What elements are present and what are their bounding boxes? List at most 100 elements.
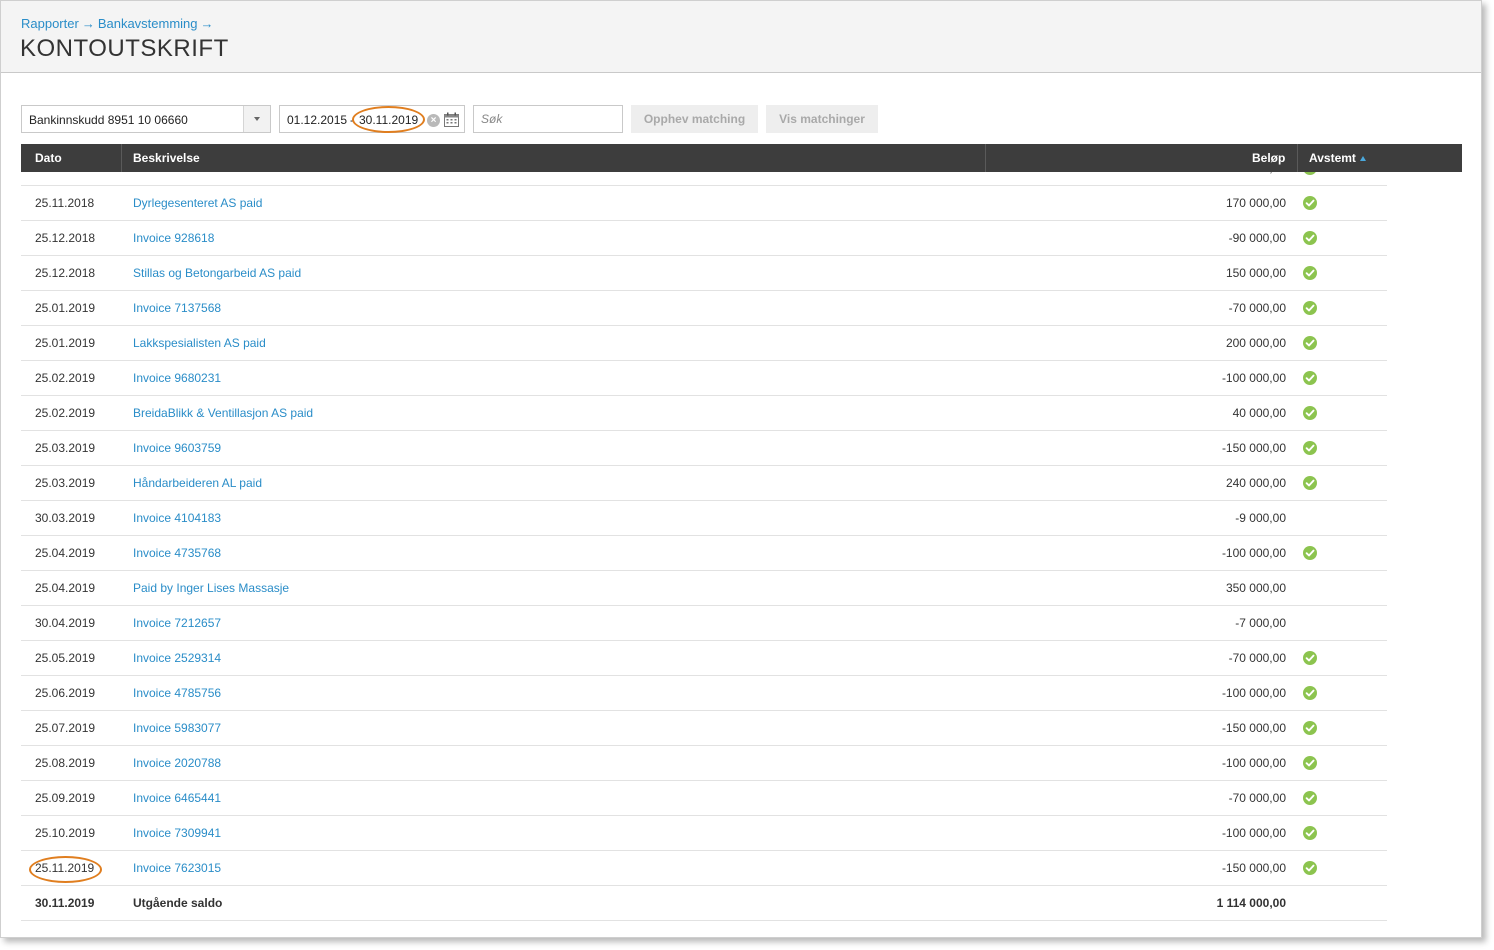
- column-header-reconciled[interactable]: Avstemt: [1309, 144, 1366, 172]
- row-date: 25.11.2019: [35, 861, 95, 875]
- table-row[interactable]: 25.01.2019 Invoice 7137568 -70 000,00: [21, 291, 1387, 326]
- table-row[interactable]: 30.04.2019 Invoice 7212657 -7 000,00: [21, 606, 1387, 641]
- table-row[interactable]: 25.09.2019 Invoice 6465441 -70 000,00: [21, 781, 1387, 816]
- reconciled-check-icon: [1303, 476, 1317, 490]
- row-date: 25.02.2019: [35, 406, 96, 420]
- row-description-link[interactable]: Invoice 4735768: [133, 536, 221, 570]
- row-description-link[interactable]: Invoice 4104183: [133, 501, 221, 535]
- table-row[interactable]: 25.04.2019 Paid by Inger Lises Massasje 35…: [21, 571, 1387, 606]
- reconciled-check-icon: [1303, 861, 1317, 875]
- row-date: 25.01.2019: [35, 336, 96, 350]
- table-row[interactable]: 25.11.2019 Invoice 7623015 -150 000,00: [21, 851, 1387, 886]
- table-row[interactable]: 25.06.2019 Invoice 4785756 -100 000,00: [21, 676, 1387, 711]
- breadcrumb-bankavstemming-link[interactable]: Bankavstemming: [98, 16, 198, 31]
- table-row[interactable]: 25.04.2019 Invoice 4735768 -100 000,00: [21, 536, 1387, 571]
- reconciled-check-icon: [1303, 791, 1317, 805]
- row-description-link[interactable]: Invoice 2529314: [133, 641, 221, 675]
- reconciled-check-icon: [1303, 301, 1317, 315]
- row-description-link[interactable]: Invoice 7137568: [133, 291, 221, 325]
- row-description-link[interactable]: Invoice 9603759: [133, 431, 221, 465]
- app-window: Rapporter → Bankavstemming → KONTOUTSKRIFT …: [0, 0, 1482, 938]
- row-description-link[interactable]: Invoice 7212657: [133, 606, 221, 640]
- reconciled-check-icon: [1303, 441, 1317, 455]
- table-row[interactable]: 25.12.2018 Invoice 928618 -90 000,00: [21, 221, 1387, 256]
- sort-ascending-icon: [1359, 156, 1366, 161]
- total-row: 30.11.2019 Utgående saldo 1 114 000,00: [21, 886, 1387, 921]
- show-matches-button[interactable]: Vis matchinger: [766, 105, 878, 133]
- row-description-link[interactable]: Invoice 7623015: [133, 851, 221, 885]
- row-amount: -100 000,00: [1221, 686, 1286, 700]
- row-amount: -100 000,00: [1221, 546, 1286, 560]
- row-description-link[interactable]: Invoice 5983077: [133, 711, 221, 745]
- date-from-value[interactable]: 01.12.2015: [287, 113, 347, 127]
- table-row[interactable]: 25.07.2019 Invoice 5983077 -150 000,00: [21, 711, 1387, 746]
- account-select[interactable]: Bankinnskudd 8951 10 06660: [21, 105, 271, 133]
- breadcrumb-arrow-icon: →: [81, 16, 95, 31]
- calendar-icon[interactable]: [444, 112, 459, 127]
- row-description-link[interactable]: Invoice 2020788: [133, 746, 221, 780]
- total-label: Utgående saldo: [133, 896, 223, 910]
- row-amount: -150 000,00: [1221, 721, 1286, 735]
- row-amount: 150 000,00: [1225, 266, 1286, 280]
- table-row[interactable]: 30.03.2019 Invoice 4104183 -9 000,00: [21, 501, 1387, 536]
- row-description-link[interactable]: Invoice 6465441: [133, 781, 221, 815]
- reconciled-check-icon: [1303, 371, 1317, 385]
- column-divider: [1297, 144, 1298, 172]
- row-description-link[interactable]: Invoice 928618: [133, 221, 214, 255]
- row-amount: 240 000,00: [1225, 476, 1286, 490]
- total-amount: 1 114 000,00: [1216, 896, 1286, 910]
- column-divider: [985, 144, 986, 172]
- table-row[interactable]: 25.01.2019 Lakkspesialisten AS paid 200 00…: [21, 326, 1387, 361]
- row-date: 25.11.2018: [35, 196, 95, 210]
- date-range-picker[interactable]: 01.12.2015 - 30.11.2019 ×: [279, 105, 465, 133]
- table-row[interactable]: 25.08.2019 Invoice 2020788 -100 000,00: [21, 746, 1387, 781]
- row-date: 25.09.2019: [35, 791, 96, 805]
- row-date: 25.11.2018: [35, 172, 94, 185]
- row-description-link[interactable]: Invoice 7309941: [133, 816, 221, 850]
- reconciled-check-icon: [1303, 266, 1317, 280]
- table-row[interactable]: 25.03.2019 Håndarbeideren AL paid 240 000,…: [21, 466, 1387, 501]
- row-description-link[interactable]: BreidaBlikk & Ventillasjon AS paid: [133, 396, 313, 430]
- row-description-link[interactable]: Dyrlegesenteret AS paid: [133, 186, 262, 220]
- column-header-date[interactable]: Dato: [35, 144, 62, 172]
- row-date: 25.02.2019: [35, 371, 96, 385]
- account-select-toggle[interactable]: [243, 106, 270, 132]
- date-to-value[interactable]: 30.11.2019: [359, 113, 418, 127]
- row-description-link[interactable]: Håndarbeideren AL paid: [133, 466, 262, 500]
- row-description-link[interactable]: Paid by Inger Lises Massasje: [133, 571, 289, 605]
- row-amount: -90 000,00: [1228, 231, 1286, 245]
- row-description-link[interactable]: Lakkspesialisten AS paid: [133, 326, 266, 360]
- table-row[interactable]: 25.03.2019 Invoice 9603759 -150 000,00: [21, 431, 1387, 466]
- table-row[interactable]: 25.11.2018 Dyrlegesenteret AS paid 170 000…: [21, 186, 1387, 221]
- row-date: 25.03.2019: [35, 441, 96, 455]
- table-row[interactable]: 25.10.2019 Invoice 7309941 -100 000,00: [21, 816, 1387, 851]
- column-header-amount[interactable]: Beløp: [1252, 144, 1285, 172]
- search-input[interactable]: [473, 105, 623, 133]
- row-date: 25.05.2019: [35, 651, 96, 665]
- row-date: 25.04.2019: [35, 546, 96, 560]
- row-description-link[interactable]: Stillas og Betongarbeid AS paid: [133, 256, 301, 290]
- row-amount: 350 000,00: [1225, 581, 1286, 595]
- row-description-link[interactable]: Invoice 4785756: [133, 676, 221, 710]
- table-row-partial[interactable]: 25.11.2018 Invoice 8247097 -70 000,00: [21, 172, 1387, 186]
- row-amount: -70 000,00: [1228, 651, 1286, 665]
- row-amount: 200 000,00: [1225, 336, 1286, 350]
- table-row[interactable]: 25.02.2019 Invoice 9680231 -100 000,00: [21, 361, 1387, 396]
- table-row[interactable]: 25.02.2019 BreidaBlikk & Ventillasjon AS …: [21, 396, 1387, 431]
- row-description-link[interactable]: Invoice 8247097: [133, 172, 221, 185]
- row-date: 30.11.2019: [35, 896, 95, 910]
- row-date: 25.06.2019: [35, 686, 96, 700]
- breadcrumb-rapporter-link[interactable]: Rapporter: [21, 16, 79, 31]
- table-row[interactable]: 25.12.2018 Stillas og Betongarbeid AS pai…: [21, 256, 1387, 291]
- row-amount: -100 000,00: [1221, 826, 1286, 840]
- unmatch-button[interactable]: Opphev matching: [631, 105, 758, 133]
- column-divider: [121, 144, 122, 172]
- table-header: Dato Beskrivelse Beløp Avstemt: [21, 144, 1462, 172]
- clear-date-icon[interactable]: ×: [427, 114, 440, 127]
- row-amount: -100 000,00: [1221, 371, 1286, 385]
- reconciled-check-icon: [1303, 406, 1317, 420]
- row-description-link[interactable]: Invoice 9680231: [133, 361, 221, 395]
- table-row[interactable]: 25.05.2019 Invoice 2529314 -70 000,00: [21, 641, 1387, 676]
- reconciled-check-icon: [1303, 651, 1317, 665]
- column-header-description[interactable]: Beskrivelse: [133, 144, 200, 172]
